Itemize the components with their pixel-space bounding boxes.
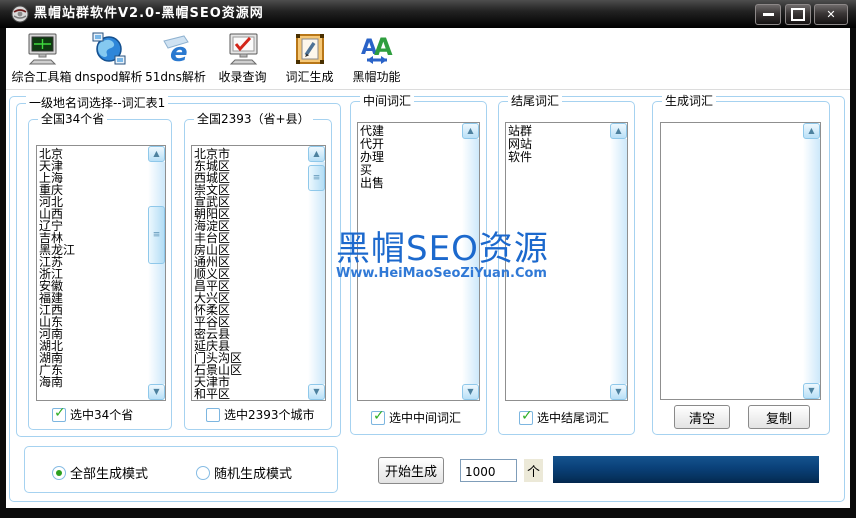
scrollbar-track[interactable]: ≡	[148, 162, 165, 384]
check-icon: ✓	[373, 408, 385, 424]
scroll-up-icon[interactable]: ▲	[148, 146, 165, 162]
list-item[interactable]: 软件	[508, 151, 610, 164]
list-item[interactable]: 海南	[39, 376, 148, 388]
cities-checkbox[interactable]: ✓	[206, 408, 220, 422]
toolbar-button-dnspod[interactable]: dnspod解析	[75, 28, 142, 85]
toolbar-label: dnspod解析	[74, 68, 142, 85]
cities-checkbox-row[interactable]: ✓ 选中2393个城市	[206, 406, 315, 423]
list-item[interactable]: 和平区	[194, 388, 308, 400]
middle-words-scrollbar[interactable]: ▲ ▼	[462, 123, 479, 400]
toolbar-button-word-generate[interactable]: 词汇生成	[276, 28, 343, 85]
toolbar-button-51dns[interactable]: e 51dns解析	[142, 28, 209, 85]
count-unit-label: 个	[524, 459, 543, 482]
scrollbar-track[interactable]	[610, 139, 627, 384]
middle-words-listbox[interactable]: 代建代开办理买出售 ▲ ▼	[357, 122, 480, 401]
provinces-checkbox[interactable]: ✓	[52, 408, 66, 422]
suffix-words-listbox[interactable]: 站群网站软件 ▲ ▼	[505, 122, 628, 401]
region-group-title: 一级地名词选择--词汇表1	[26, 96, 168, 111]
ie-e-icon: e	[158, 31, 194, 67]
middle-words-group-title: 中间词汇	[360, 94, 414, 109]
middle-words-checkbox[interactable]: ✓	[371, 411, 385, 425]
close-button[interactable]: ✕	[814, 4, 848, 25]
check-icon: ✓	[521, 408, 533, 424]
scroll-up-icon[interactable]: ▲	[462, 123, 479, 139]
minimize-button[interactable]	[755, 4, 781, 25]
monitor-checkmark-icon	[225, 31, 261, 67]
suffix-words-checkbox-label: 选中结尾词汇	[537, 409, 609, 426]
scroll-down-icon[interactable]: ▼	[308, 384, 325, 400]
toolbar-label: 51dns解析	[145, 68, 206, 85]
toolbar-button-blackhat[interactable]: A A 黑帽功能	[343, 28, 410, 85]
mode-all-radio-row[interactable]: 全部生成模式	[52, 463, 148, 482]
cities-listbox[interactable]: 北京市东城区西城区崇文区宣武区朝阳区海淀区丰台区房山区通州区顺义区昌平区大兴区怀…	[191, 145, 326, 401]
start-generate-button[interactable]: 开始生成	[378, 457, 444, 484]
progress-bar	[553, 456, 819, 483]
double-a-arrow-icon: A A	[359, 31, 395, 67]
provinces-listbox[interactable]: 北京天津上海重庆河北山西辽宁吉林黑龙江江苏浙江安徽福建江西山东河南湖北湖南广东海…	[36, 145, 166, 401]
toolbar-label: 词汇生成	[285, 68, 333, 85]
scrollbar-thumb[interactable]: ≡	[308, 165, 325, 191]
close-icon: ✕	[826, 8, 835, 21]
list-item[interactable]: 出售	[360, 177, 462, 190]
svg-text:e: e	[170, 38, 188, 67]
titlebar: 黑帽站群软件V2.0-黑帽SEO资源网 ✕	[0, 0, 856, 28]
toolbar-button-toolbox[interactable]: 综合工具箱	[8, 28, 75, 85]
provinces-checkbox-row[interactable]: ✓ 选中34个省	[52, 406, 133, 423]
maximize-button[interactable]	[785, 4, 811, 25]
generated-words-scrollbar[interactable]: ▲ ▼	[803, 123, 820, 399]
cities-checkbox-label: 选中2393个城市	[224, 406, 315, 423]
suffix-words-scrollbar[interactable]: ▲ ▼	[610, 123, 627, 400]
provinces-scrollbar[interactable]: ▲ ≡ ▼	[148, 146, 165, 400]
mode-random-label: 随机生成模式	[214, 463, 292, 482]
minimize-icon	[763, 13, 774, 16]
suffix-words-checkbox-row[interactable]: ✓ 选中结尾词汇	[519, 409, 609, 426]
mode-all-label: 全部生成模式	[70, 463, 148, 482]
scroll-down-icon[interactable]: ▼	[610, 384, 627, 400]
progress-bar-fill	[553, 456, 819, 483]
check-icon: ✓	[54, 405, 66, 421]
toolbar-label: 收录查询	[218, 68, 266, 85]
scroll-up-icon[interactable]: ▲	[610, 123, 627, 139]
scroll-up-icon[interactable]: ▲	[803, 123, 820, 139]
toolbar-label: 黑帽功能	[352, 68, 400, 85]
scroll-up-icon[interactable]: ▲	[308, 146, 325, 162]
provinces-checkbox-label: 选中34个省	[70, 406, 133, 423]
globe-network-icon	[91, 31, 127, 67]
mode-all-radio[interactable]	[52, 466, 66, 480]
scrollbar-track[interactable]: ≡	[308, 162, 325, 384]
count-input[interactable]	[460, 459, 517, 482]
copy-button[interactable]: 复制	[748, 405, 810, 429]
provinces-group-title: 全国34个省	[38, 112, 107, 127]
suffix-words-group-title: 结尾词汇	[508, 94, 562, 109]
clear-button[interactable]: 清空	[674, 405, 730, 429]
scroll-down-icon[interactable]: ▼	[148, 384, 165, 400]
generated-words-group-title: 生成词汇	[662, 94, 716, 109]
toolbar-button-index-query[interactable]: 收录查询	[209, 28, 276, 85]
pencil-frame-icon	[292, 31, 328, 67]
window-title: 黑帽站群软件V2.0-黑帽SEO资源网	[34, 0, 264, 28]
scrollbar-thumb[interactable]: ≡	[148, 206, 165, 264]
maximize-icon	[791, 8, 805, 21]
middle-words-checkbox-row[interactable]: ✓ 选中中间词汇	[371, 409, 461, 426]
scroll-down-icon[interactable]: ▼	[462, 384, 479, 400]
cities-group-title: 全国2393（省+县）	[194, 112, 313, 127]
middle-words-checkbox-label: 选中中间词汇	[389, 409, 461, 426]
svg-text:A: A	[374, 33, 393, 61]
list-item[interactable]: 办理	[360, 151, 462, 164]
scrollbar-track[interactable]	[803, 139, 820, 383]
toolbar-label: 综合工具箱	[11, 68, 71, 85]
mode-random-radio[interactable]	[196, 466, 210, 480]
app-icon	[11, 5, 29, 23]
scroll-down-icon[interactable]: ▼	[803, 383, 820, 399]
suffix-words-checkbox[interactable]: ✓	[519, 411, 533, 425]
scrollbar-track[interactable]	[462, 139, 479, 384]
mode-random-radio-row[interactable]: 随机生成模式	[196, 463, 292, 482]
monitor-crosshair-icon	[24, 31, 60, 67]
cities-scrollbar[interactable]: ▲ ≡ ▼	[308, 146, 325, 400]
generated-words-listbox[interactable]: ▲ ▼	[660, 122, 821, 400]
toolbar: 综合工具箱 dnspod解析 e 51dns解析 收录查询	[6, 28, 850, 90]
